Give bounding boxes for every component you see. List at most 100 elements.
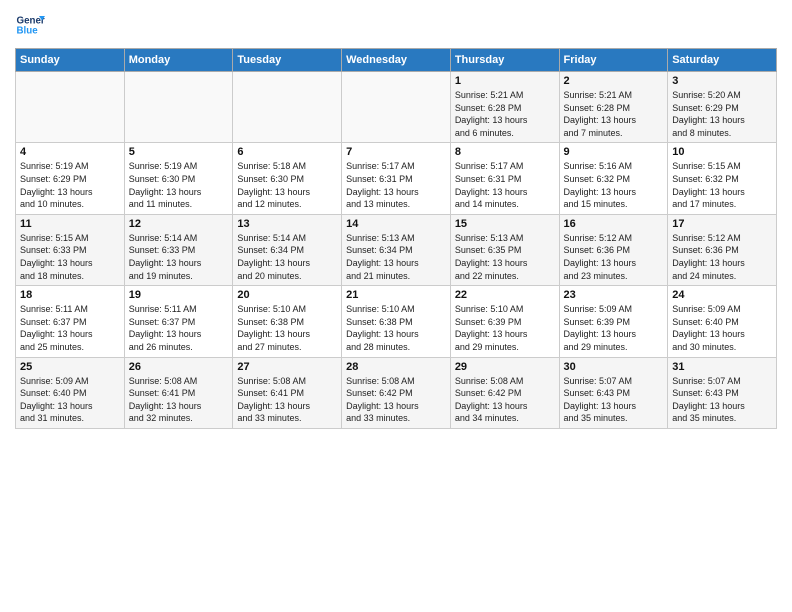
day-header-saturday: Saturday (668, 49, 777, 72)
calendar-cell: 1Sunrise: 5:21 AM Sunset: 6:28 PM Daylig… (450, 72, 559, 143)
day-number: 28 (346, 361, 446, 373)
day-info: Sunrise: 5:12 AM Sunset: 6:36 PM Dayligh… (672, 232, 772, 282)
day-info: Sunrise: 5:09 AM Sunset: 6:40 PM Dayligh… (20, 375, 120, 425)
day-info: Sunrise: 5:21 AM Sunset: 6:28 PM Dayligh… (455, 89, 555, 139)
day-info: Sunrise: 5:14 AM Sunset: 6:34 PM Dayligh… (237, 232, 337, 282)
day-number: 20 (237, 289, 337, 301)
calendar-cell (124, 72, 233, 143)
day-info: Sunrise: 5:21 AM Sunset: 6:28 PM Dayligh… (564, 89, 664, 139)
calendar-cell: 14Sunrise: 5:13 AM Sunset: 6:34 PM Dayli… (342, 214, 451, 285)
calendar-cell: 8 Sunrise: 5:17 AM Sunset: 6:31 PM Daylig… (450, 143, 559, 214)
calendar-cell: 9 Sunrise: 5:16 AM Sunset: 6:32 PM Daylig… (559, 143, 668, 214)
calendar-cell: 31 Sunrise: 5:07 AM Sunset: 6:43 PM Dayli… (668, 357, 777, 428)
day-info: Sunrise: 5:13 AM Sunset: 6:35 PM Dayligh… (455, 232, 555, 282)
day-number: 2 (564, 75, 664, 87)
calendar-cell: 22 Sunrise: 5:10 AM Sunset: 6:39 PM Dayli… (450, 286, 559, 357)
day-header-sunday: Sunday (16, 49, 125, 72)
day-number: 27 (237, 361, 337, 373)
calendar-cell (342, 72, 451, 143)
calendar-cell: 3 Sunrise: 5:20 AM Sunset: 6:29 PM Daylig… (668, 72, 777, 143)
calendar-cell: 29 Sunrise: 5:08 AM Sunset: 6:42 PM Dayli… (450, 357, 559, 428)
day-number: 21 (346, 289, 446, 301)
day-number: 22 (455, 289, 555, 301)
day-number: 15 (455, 218, 555, 230)
day-info: Sunrise: 5:09 AM Sunset: 6:40 PM Dayligh… (672, 303, 772, 353)
day-info: Sunrise: 5:10 AM Sunset: 6:38 PM Dayligh… (346, 303, 446, 353)
calendar-cell: 30 Sunrise: 5:07 AM Sunset: 6:43 PM Dayli… (559, 357, 668, 428)
calendar-cell (16, 72, 125, 143)
calendar-cell: 18 Sunrise: 5:11 AM Sunset: 6:37 PM Dayli… (16, 286, 125, 357)
day-number: 31 (672, 361, 772, 373)
day-number: 10 (672, 146, 772, 158)
day-info: Sunrise: 5:07 AM Sunset: 6:43 PM Dayligh… (672, 375, 772, 425)
calendar-cell: 7Sunrise: 5:17 AM Sunset: 6:31 PM Daylig… (342, 143, 451, 214)
day-number: 30 (564, 361, 664, 373)
day-info: Sunrise: 5:17 AM Sunset: 6:31 PM Dayligh… (346, 160, 446, 210)
calendar-cell: 17Sunrise: 5:12 AM Sunset: 6:36 PM Dayli… (668, 214, 777, 285)
day-info: Sunrise: 5:13 AM Sunset: 6:34 PM Dayligh… (346, 232, 446, 282)
calendar-cell: 11 Sunrise: 5:15 AM Sunset: 6:33 PM Dayli… (16, 214, 125, 285)
calendar-cell: 12Sunrise: 5:14 AM Sunset: 6:33 PM Dayli… (124, 214, 233, 285)
day-info: Sunrise: 5:08 AM Sunset: 6:41 PM Dayligh… (237, 375, 337, 425)
day-number: 29 (455, 361, 555, 373)
day-number: 3 (672, 75, 772, 87)
day-number: 19 (129, 289, 229, 301)
day-number: 8 (455, 146, 555, 158)
header: General Blue (15, 10, 777, 40)
day-info: Sunrise: 5:15 AM Sunset: 6:32 PM Dayligh… (672, 160, 772, 210)
calendar-cell (233, 72, 342, 143)
calendar-cell: 13 Sunrise: 5:14 AM Sunset: 6:34 PM Dayli… (233, 214, 342, 285)
day-info: Sunrise: 5:12 AM Sunset: 6:36 PM Dayligh… (564, 232, 664, 282)
calendar-cell: 21 Sunrise: 5:10 AM Sunset: 6:38 PM Dayli… (342, 286, 451, 357)
day-info: Sunrise: 5:10 AM Sunset: 6:38 PM Dayligh… (237, 303, 337, 353)
calendar-cell: 10 Sunrise: 5:15 AM Sunset: 6:32 PM Dayli… (668, 143, 777, 214)
day-info: Sunrise: 5:16 AM Sunset: 6:32 PM Dayligh… (564, 160, 664, 210)
day-info: Sunrise: 5:08 AM Sunset: 6:41 PM Dayligh… (129, 375, 229, 425)
calendar-table: SundayMondayTuesdayWednesdayThursdayFrid… (15, 48, 777, 429)
day-header-thursday: Thursday (450, 49, 559, 72)
day-info: Sunrise: 5:20 AM Sunset: 6:29 PM Dayligh… (672, 89, 772, 139)
logo: General Blue (15, 10, 45, 40)
calendar-cell: 24 Sunrise: 5:09 AM Sunset: 6:40 PM Dayli… (668, 286, 777, 357)
day-number: 13 (237, 218, 337, 230)
day-info: Sunrise: 5:11 AM Sunset: 6:37 PM Dayligh… (129, 303, 229, 353)
day-header-tuesday: Tuesday (233, 49, 342, 72)
day-number: 26 (129, 361, 229, 373)
calendar-cell: 27 Sunrise: 5:08 AM Sunset: 6:41 PM Dayli… (233, 357, 342, 428)
calendar-cell: 19 Sunrise: 5:11 AM Sunset: 6:37 PM Dayli… (124, 286, 233, 357)
day-header-wednesday: Wednesday (342, 49, 451, 72)
day-number: 16 (564, 218, 664, 230)
day-info: Sunrise: 5:14 AM Sunset: 6:33 PM Dayligh… (129, 232, 229, 282)
svg-text:Blue: Blue (17, 25, 39, 36)
day-number: 18 (20, 289, 120, 301)
day-number: 11 (20, 218, 120, 230)
day-number: 4 (20, 146, 120, 158)
calendar-cell: 26 Sunrise: 5:08 AM Sunset: 6:41 PM Dayli… (124, 357, 233, 428)
day-info: Sunrise: 5:10 AM Sunset: 6:39 PM Dayligh… (455, 303, 555, 353)
calendar-cell: 20 Sunrise: 5:10 AM Sunset: 6:38 PM Dayli… (233, 286, 342, 357)
day-info: Sunrise: 5:08 AM Sunset: 6:42 PM Dayligh… (346, 375, 446, 425)
day-info: Sunrise: 5:19 AM Sunset: 6:29 PM Dayligh… (20, 160, 120, 210)
day-info: Sunrise: 5:08 AM Sunset: 6:42 PM Dayligh… (455, 375, 555, 425)
day-header-monday: Monday (124, 49, 233, 72)
day-info: Sunrise: 5:15 AM Sunset: 6:33 PM Dayligh… (20, 232, 120, 282)
calendar-cell: 4 Sunrise: 5:19 AM Sunset: 6:29 PM Daylig… (16, 143, 125, 214)
day-info: Sunrise: 5:07 AM Sunset: 6:43 PM Dayligh… (564, 375, 664, 425)
calendar-cell: 6 Sunrise: 5:18 AM Sunset: 6:30 PM Daylig… (233, 143, 342, 214)
day-number: 9 (564, 146, 664, 158)
day-info: Sunrise: 5:18 AM Sunset: 6:30 PM Dayligh… (237, 160, 337, 210)
day-number: 23 (564, 289, 664, 301)
day-info: Sunrise: 5:09 AM Sunset: 6:39 PM Dayligh… (564, 303, 664, 353)
day-number: 6 (237, 146, 337, 158)
day-number: 24 (672, 289, 772, 301)
calendar-cell: 15 Sunrise: 5:13 AM Sunset: 6:35 PM Dayli… (450, 214, 559, 285)
calendar-cell: 25Sunrise: 5:09 AM Sunset: 6:40 PM Dayli… (16, 357, 125, 428)
logo-icon: General Blue (15, 10, 45, 40)
calendar-cell: 5Sunrise: 5:19 AM Sunset: 6:30 PM Daylig… (124, 143, 233, 214)
day-info: Sunrise: 5:19 AM Sunset: 6:30 PM Dayligh… (129, 160, 229, 210)
day-info: Sunrise: 5:17 AM Sunset: 6:31 PM Dayligh… (455, 160, 555, 210)
calendar-cell: 23 Sunrise: 5:09 AM Sunset: 6:39 PM Dayli… (559, 286, 668, 357)
calendar-cell: 28 Sunrise: 5:08 AM Sunset: 6:42 PM Dayli… (342, 357, 451, 428)
day-info: Sunrise: 5:11 AM Sunset: 6:37 PM Dayligh… (20, 303, 120, 353)
day-header-friday: Friday (559, 49, 668, 72)
